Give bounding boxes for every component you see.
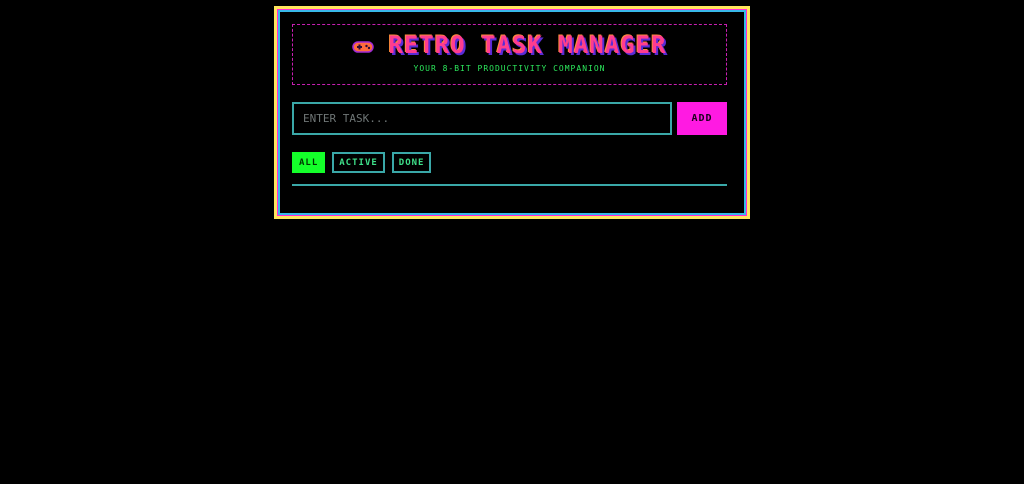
page-title: RETRO TASK MANAGER (388, 31, 667, 59)
filter-all-button[interactable]: ALL (292, 152, 326, 173)
divider (292, 184, 727, 186)
title-row: RETRO TASK MANAGER (293, 31, 726, 59)
gamepad-icon (352, 39, 375, 53)
filter-bar: ALL ACTIVE DONE (292, 152, 432, 173)
app-frame: RETRO TASK MANAGER YOUR 8-BIT PRODUCTIVI… (274, 6, 750, 219)
page-subtitle: YOUR 8-BIT PRODUCTIVITY COMPANION (413, 64, 606, 73)
task-input[interactable] (292, 102, 672, 135)
add-task-button[interactable]: ADD (677, 102, 727, 135)
header: RETRO TASK MANAGER YOUR 8-BIT PRODUCTIVI… (292, 24, 727, 85)
filter-active-button[interactable]: ACTIVE (332, 152, 385, 173)
filter-done-button[interactable]: DONE (391, 152, 432, 173)
app-panel: RETRO TASK MANAGER YOUR 8-BIT PRODUCTIVI… (278, 10, 746, 215)
